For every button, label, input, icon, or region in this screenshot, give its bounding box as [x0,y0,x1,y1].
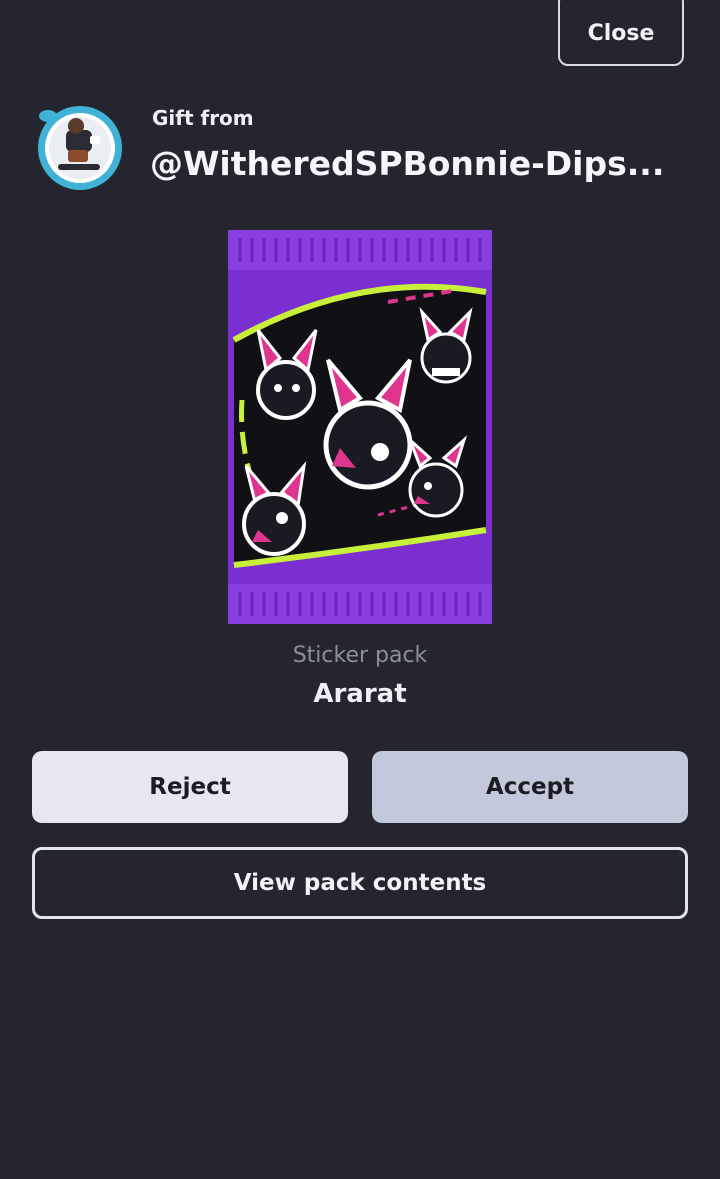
pack-type-label: Sticker pack [292,643,428,668]
gift-from-label: Gift from [152,106,254,130]
accept-button[interactable]: Accept [372,751,688,823]
sticker-pack-image [228,230,492,624]
close-button[interactable]: Close [558,0,684,66]
view-pack-contents-button[interactable]: View pack contents [32,847,688,919]
sender-username: @WitheredSPBonnie-Dips... [150,144,665,183]
reject-button[interactable]: Reject [32,751,348,823]
pack-name: Ararat [313,679,407,709]
avatar [38,106,122,190]
